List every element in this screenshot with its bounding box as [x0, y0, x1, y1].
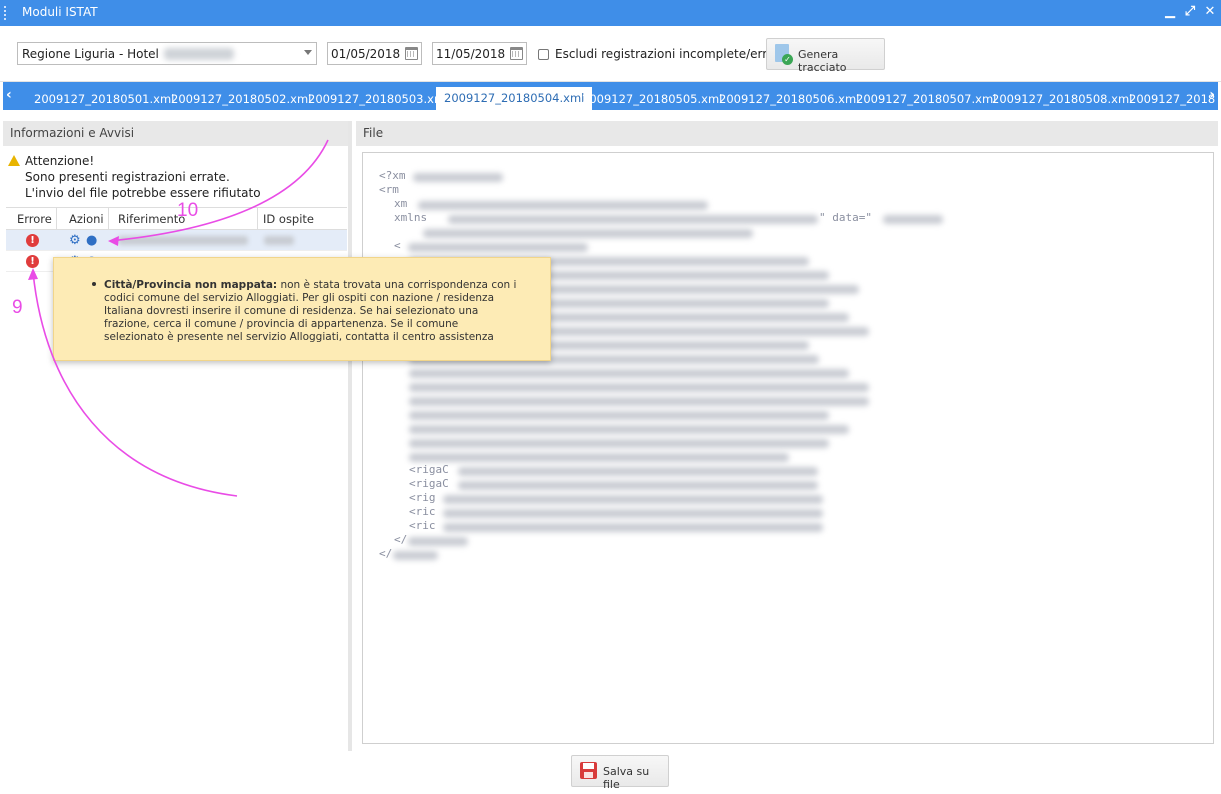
arrowhead-icon	[108, 236, 119, 246]
annotation-arrow-10	[109, 139, 329, 242]
arrowhead-icon	[28, 268, 38, 280]
annotation-arrows	[28, 139, 329, 497]
annotation-label-10: 10	[177, 200, 199, 221]
annotation-arrow-9	[32, 271, 238, 497]
annotation-label-9: 9	[12, 297, 23, 318]
